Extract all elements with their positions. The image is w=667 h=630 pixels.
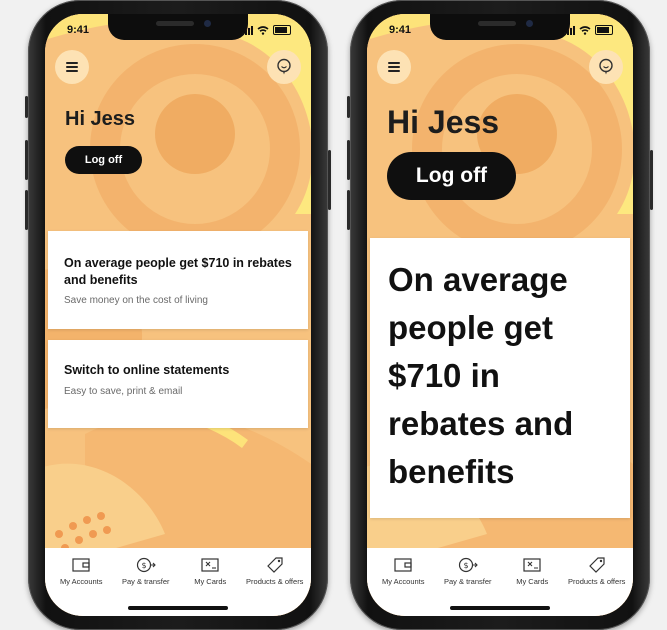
card-icon	[523, 558, 541, 572]
status-time: 9:41	[67, 24, 90, 36]
tab-label: Products & offers	[246, 577, 304, 586]
phone-right: 9:41 Hi Jess Log off On average people g…	[347, 0, 653, 630]
tab-my-accounts[interactable]: My Accounts	[373, 556, 433, 616]
tab-label: My Accounts	[59, 577, 103, 586]
screen: 9:41 Hi Jess Log off On average people g…	[367, 14, 633, 616]
menu-button[interactable]	[377, 50, 411, 84]
tab-products-offers[interactable]: Products & offers	[245, 556, 305, 616]
greeting: Hi Jess	[387, 104, 500, 140]
pay-transfer-icon: $	[136, 557, 156, 573]
tab-label: Pay & transfer	[121, 577, 170, 586]
card-icon	[201, 558, 219, 572]
mute-switch	[347, 96, 350, 118]
status-time: 9:41	[389, 24, 412, 36]
battery-icon	[273, 25, 291, 35]
rebates-card[interactable]: On average people get $710 in rebates an…	[370, 238, 630, 518]
menu-button[interactable]	[55, 50, 89, 84]
power-button	[328, 150, 331, 210]
wallet-icon	[394, 558, 412, 572]
home-indicator	[128, 606, 228, 610]
chat-bubble-icon	[599, 58, 613, 75]
statements-card[interactable]: Switch to online statements Easy to save…	[48, 340, 308, 428]
svg-text:$: $	[463, 561, 468, 570]
chat-button[interactable]	[267, 50, 301, 84]
tab-label: My Cards	[516, 577, 549, 586]
pay-transfer-icon: $	[458, 557, 478, 573]
greeting: Hi Jess	[65, 108, 136, 130]
svg-text:$: $	[141, 561, 146, 570]
volume-up-button	[347, 140, 350, 180]
statements-card-title: Switch to online statements	[64, 363, 230, 377]
signal-icon	[242, 26, 253, 35]
mute-switch	[25, 96, 28, 118]
log-off-button[interactable]: Log off	[387, 152, 516, 200]
status-bar: 9:41	[67, 24, 291, 38]
tag-icon	[588, 557, 605, 573]
battery-icon	[595, 25, 613, 35]
log-off-button[interactable]: Log off	[65, 146, 142, 174]
tag-icon	[266, 557, 283, 573]
volume-down-button	[25, 190, 28, 230]
status-bar: 9:41	[389, 24, 613, 38]
rebates-card[interactable]: On average people get $710 in rebates an…	[48, 231, 308, 329]
rebates-card-subtitle: Save money on the cost of living	[64, 295, 208, 306]
tab-label: My Cards	[194, 577, 227, 586]
statements-card-subtitle: Easy to save, print & email	[64, 386, 183, 397]
screen: 9:41 Hi Jess Log off On average people g…	[45, 14, 311, 616]
rebates-card-title: On average people get $710 in rebates an…	[388, 261, 574, 490]
wallet-icon	[72, 558, 90, 572]
chat-bubble-icon	[277, 58, 291, 75]
hamburger-icon	[388, 62, 400, 72]
tab-label: Products & offers	[568, 577, 626, 586]
signal-icon	[564, 26, 575, 35]
tab-products-offers[interactable]: Products & offers	[567, 556, 627, 616]
chat-button[interactable]	[589, 50, 623, 84]
phone-left: 9:41 Hi Jess Log off On average people g…	[25, 0, 331, 630]
tab-label: My Accounts	[381, 577, 425, 586]
tab-my-accounts[interactable]: My Accounts	[51, 556, 111, 616]
home-indicator	[450, 606, 550, 610]
rebates-card-title: On average people get $710 in rebates an…	[64, 256, 292, 287]
tab-label: Pay & transfer	[443, 577, 492, 586]
volume-down-button	[347, 190, 350, 230]
hamburger-icon	[66, 62, 78, 72]
wifi-icon	[257, 26, 269, 35]
wifi-icon	[579, 26, 591, 35]
volume-up-button	[25, 140, 28, 180]
power-button	[650, 150, 653, 210]
